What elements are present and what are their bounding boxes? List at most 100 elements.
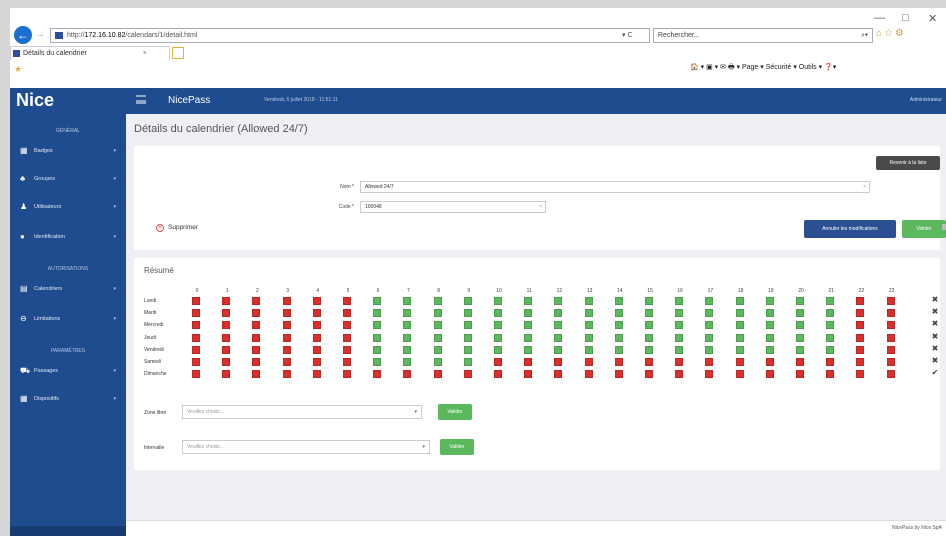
slot-denied[interactable]	[765, 358, 774, 366]
slot-denied[interactable]	[343, 321, 351, 330]
slot-allowed[interactable]	[463, 345, 472, 354]
slot-allowed[interactable]	[735, 345, 744, 354]
sidebar-item-groups[interactable]: ♣ Groupes ▾	[10, 168, 126, 190]
slot-denied[interactable]	[524, 358, 533, 366]
slot-allowed[interactable]	[403, 297, 412, 305]
slot-denied[interactable]	[494, 358, 502, 366]
slot-allowed[interactable]	[524, 321, 533, 330]
slot-denied[interactable]	[856, 309, 865, 318]
slot-allowed[interactable]	[614, 309, 623, 318]
interval-validate-button[interactable]: Valider	[440, 439, 474, 455]
slot-denied[interactable]	[343, 370, 351, 379]
slot-allowed[interactable]	[494, 321, 502, 330]
sidebar-item-identification[interactable]: ● Identification ▾	[10, 226, 126, 248]
delete-button[interactable]: ✕ Supprimer	[156, 224, 198, 232]
slot-denied[interactable]	[192, 333, 200, 342]
slot-allowed[interactable]	[645, 321, 653, 330]
sidebar-item-passages[interactable]: ⛟ Passages ▾	[10, 360, 126, 382]
refresh-button[interactable]: ▾ C	[622, 28, 633, 43]
search-input[interactable]: Rechercher... ⌕▾	[653, 28, 873, 43]
user-menu[interactable]: Administrateur	[910, 97, 942, 103]
sidebar-item-users[interactable]: ♟ Utilisateurs ▾	[10, 196, 126, 218]
slot-allowed[interactable]	[524, 309, 533, 318]
slot-allowed[interactable]	[826, 321, 835, 330]
slot-denied[interactable]	[192, 321, 200, 330]
tab-close-icon[interactable]: ×	[143, 47, 147, 60]
slot-denied[interactable]	[826, 370, 835, 379]
slot-allowed[interactable]	[705, 309, 714, 318]
name-field[interactable]: Allowed 24/7 ×	[360, 181, 870, 193]
slot-denied[interactable]	[312, 309, 321, 318]
slot-denied[interactable]	[222, 358, 231, 366]
slot-allowed[interactable]	[765, 297, 774, 305]
row-toggle-icon[interactable]: ✖	[930, 307, 940, 316]
slot-allowed[interactable]	[675, 333, 684, 342]
slot-denied[interactable]	[252, 297, 261, 305]
address-bar[interactable]: http://172.16.10.82/calendars/1/detail.h…	[50, 28, 650, 43]
slot-allowed[interactable]	[765, 309, 774, 318]
slot-allowed[interactable]	[584, 345, 593, 354]
slot-allowed[interactable]	[645, 345, 653, 354]
slot-denied[interactable]	[282, 333, 291, 342]
slot-denied[interactable]	[312, 358, 321, 366]
slot-denied[interactable]	[222, 370, 231, 379]
slot-allowed[interactable]	[675, 309, 684, 318]
slot-denied[interactable]	[645, 358, 653, 366]
slot-denied[interactable]	[886, 309, 895, 318]
slot-denied[interactable]	[554, 358, 563, 366]
slot-denied[interactable]	[494, 370, 502, 379]
slot-allowed[interactable]	[524, 297, 533, 305]
slot-allowed[interactable]	[403, 358, 412, 366]
slot-denied[interactable]	[796, 358, 804, 366]
slot-allowed[interactable]	[645, 333, 653, 342]
slot-allowed[interactable]	[494, 345, 502, 354]
slot-allowed[interactable]	[675, 345, 684, 354]
zone-validate-button[interactable]: Valider	[438, 404, 472, 420]
slot-denied[interactable]	[192, 370, 200, 379]
slot-denied[interactable]	[856, 358, 865, 366]
clear-name-icon[interactable]: ×	[863, 182, 866, 192]
slot-allowed[interactable]	[433, 309, 442, 318]
slot-allowed[interactable]	[826, 345, 835, 354]
slot-allowed[interactable]	[614, 333, 623, 342]
command-bar[interactable]: 🏠 ▾ ▣ ▾ ✉ 🖶 ▾ Page ▾ Sécurité ▾ Outils ▾…	[690, 62, 836, 74]
slot-allowed[interactable]	[524, 333, 533, 342]
slot-denied[interactable]	[645, 370, 653, 379]
slot-allowed[interactable]	[796, 345, 804, 354]
slot-allowed[interactable]	[554, 321, 563, 330]
slot-allowed[interactable]	[403, 333, 412, 342]
slot-denied[interactable]	[856, 370, 865, 379]
slot-denied[interactable]	[312, 297, 321, 305]
slot-allowed[interactable]	[433, 321, 442, 330]
slot-allowed[interactable]	[433, 345, 442, 354]
slot-allowed[interactable]	[614, 297, 623, 305]
slot-denied[interactable]	[856, 345, 865, 354]
sidebar-item-badges[interactable]: ▦ Badges ▾	[10, 140, 126, 162]
slot-allowed[interactable]	[584, 333, 593, 342]
slot-denied[interactable]	[433, 370, 442, 379]
slot-denied[interactable]	[584, 370, 593, 379]
slot-denied[interactable]	[886, 345, 895, 354]
cancel-changes-button[interactable]: Annuler les modifications	[804, 220, 896, 238]
slot-allowed[interactable]	[554, 309, 563, 318]
back-button[interactable]: ←	[14, 26, 32, 44]
slot-allowed[interactable]	[796, 309, 804, 318]
slot-denied[interactable]	[826, 358, 835, 366]
slot-denied[interactable]	[856, 297, 865, 305]
row-toggle-icon[interactable]: ✖	[930, 319, 940, 328]
slot-allowed[interactable]	[765, 345, 774, 354]
slot-allowed[interactable]	[494, 297, 502, 305]
slot-allowed[interactable]	[554, 345, 563, 354]
slot-denied[interactable]	[192, 297, 200, 305]
slot-allowed[interactable]	[735, 297, 744, 305]
slot-allowed[interactable]	[765, 333, 774, 342]
slot-denied[interactable]	[282, 370, 291, 379]
toolbar-icons[interactable]: ⌂☆⚙	[876, 28, 906, 39]
slot-allowed[interactable]	[433, 297, 442, 305]
slot-allowed[interactable]	[645, 297, 653, 305]
sidebar-item-calendars[interactable]: ▤ Calendriers ▾	[10, 278, 126, 300]
slot-allowed[interactable]	[463, 321, 472, 330]
slot-allowed[interactable]	[403, 321, 412, 330]
slot-denied[interactable]	[312, 370, 321, 379]
slot-allowed[interactable]	[494, 333, 502, 342]
